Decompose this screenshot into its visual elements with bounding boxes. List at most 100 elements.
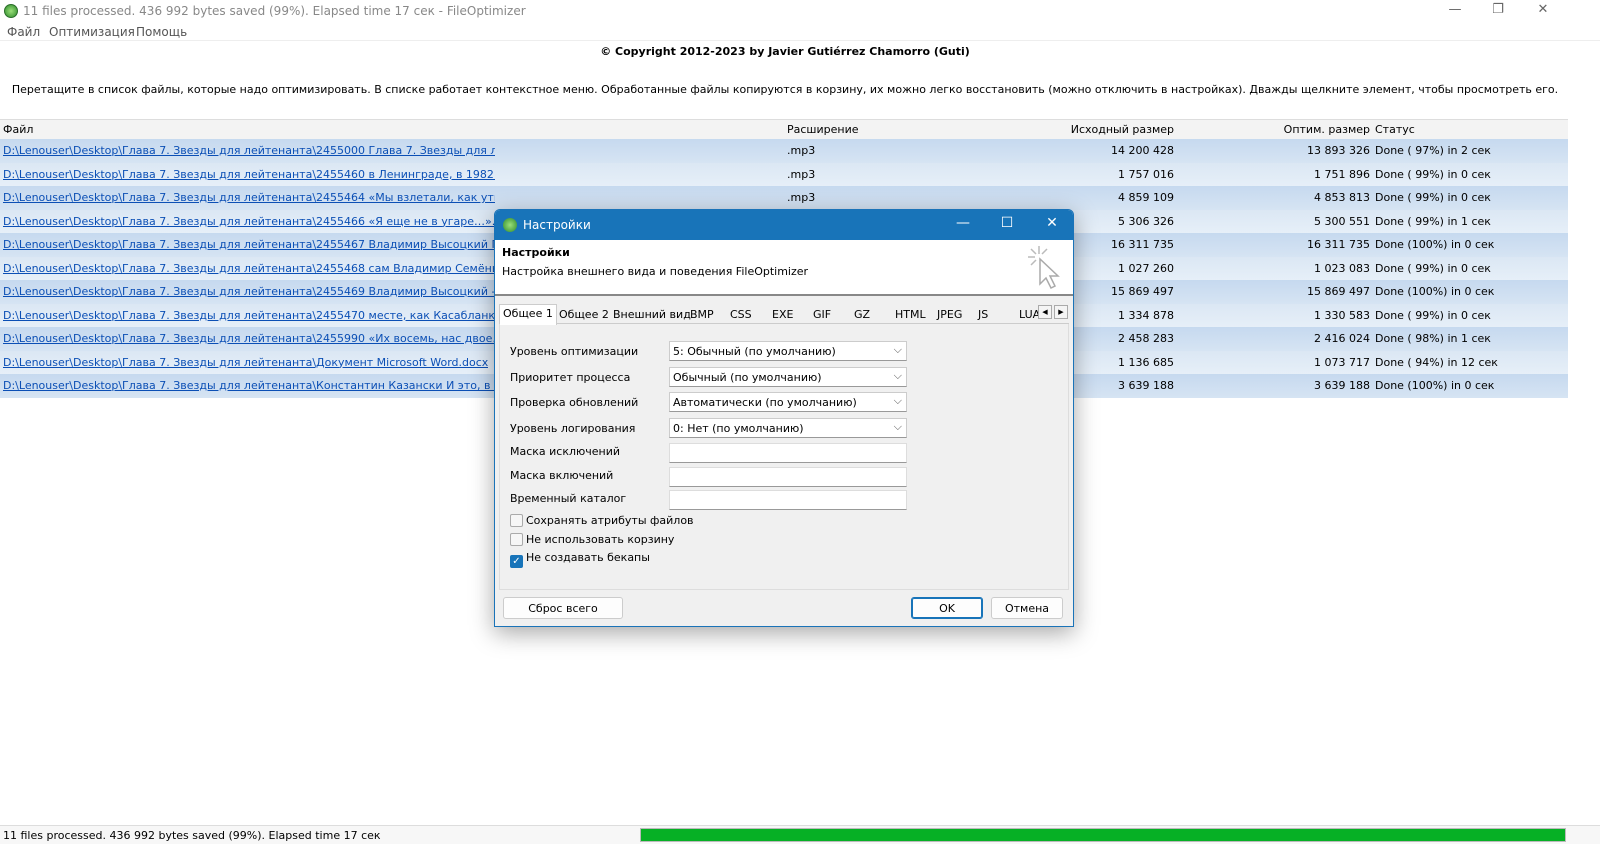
tab-scroll-left-button[interactable]: ◀	[1038, 305, 1052, 319]
tab-lua[interactable]: LUA	[1019, 306, 1040, 324]
cell-file[interactable]: D:\Lenouser\Desktop\Глава 7. Звезды для …	[3, 191, 495, 204]
app-icon	[503, 218, 517, 232]
field-label: Уровень логирования	[510, 421, 636, 435]
cell-file[interactable]: D:\Lenouser\Desktop\Глава 7. Звезды для …	[3, 309, 495, 322]
cell-status: Done ( 98%) in 1 сек	[1375, 332, 1491, 345]
cell-status: Done ( 94%) in 12 сек	[1375, 355, 1498, 369]
status-text: 11 files processed. 436 992 bytes saved …	[3, 829, 381, 842]
cell-ext: .mp3	[787, 167, 816, 181]
col-opt[interactable]: Оптим. размер	[1284, 123, 1370, 136]
cell-opt: 5 300 551	[1314, 214, 1370, 228]
chevron-down-icon: ⌵	[893, 419, 902, 433]
tab-общее-1[interactable]: Общее 1	[499, 304, 557, 325]
menu-help[interactable]: Помощь	[136, 25, 187, 39]
checkbox-label: Сохранять атрибуты файлов	[526, 514, 694, 527]
cancel-button[interactable]: Отмена	[991, 597, 1063, 619]
tab-css[interactable]: CSS	[730, 306, 752, 324]
cell-status: Done ( 97%) in 2 сек	[1375, 144, 1491, 157]
menu-file[interactable]: Файл	[7, 25, 40, 39]
cell-file[interactable]: D:\Lenouser\Desktop\Глава 7. Звезды для …	[3, 356, 488, 369]
checkbox-box[interactable]: ✓	[510, 555, 523, 568]
dialog-subheading: Настройка внешнего вида и поведения File…	[502, 265, 809, 278]
tab-bmp[interactable]: BMP	[690, 306, 714, 324]
menu-optimize[interactable]: Оптимизация	[49, 25, 135, 39]
table-row[interactable]: D:\Lenouser\Desktop\Глава 7. Звезды для …	[0, 186, 1568, 210]
title-bar: 11 files processed. 436 992 bytes saved …	[0, 0, 1600, 22]
dropdown[interactable]: Автоматически (по умолчанию) ⌵	[669, 392, 907, 412]
dropdown-value: 0: Нет (по умолчанию)	[673, 421, 804, 435]
tab-gz[interactable]: GZ	[854, 306, 870, 324]
cell-file[interactable]: D:\Lenouser\Desktop\Глава 7. Звезды для …	[3, 238, 495, 251]
checkbox[interactable]: Не использовать корзину	[510, 532, 674, 546]
cell-orig: 14 200 428	[1111, 144, 1174, 157]
cell-file[interactable]: D:\Lenouser\Desktop\Глава 7. Звезды для …	[3, 332, 495, 345]
dialog-close-button[interactable]: ✕	[1037, 215, 1067, 235]
cell-orig: 15 869 497	[1111, 285, 1174, 298]
tab-exe[interactable]: EXE	[772, 306, 793, 324]
text-input[interactable]	[669, 466, 907, 487]
app-icon	[4, 4, 18, 18]
tab-общее-2[interactable]: Общее 2	[559, 306, 609, 324]
cell-status: Done ( 99%) in 0 сек	[1375, 167, 1491, 181]
cell-opt: 3 639 188	[1314, 379, 1370, 392]
col-ext[interactable]: Расширение	[787, 123, 859, 136]
col-file[interactable]: Файл	[3, 123, 33, 136]
tab-js[interactable]: JS	[978, 306, 988, 324]
progress-bar	[640, 828, 1566, 842]
tab-jpeg[interactable]: JPEG	[937, 306, 962, 324]
cell-file[interactable]: D:\Lenouser\Desktop\Глава 7. Звезды для …	[3, 215, 495, 228]
cell-file[interactable]: D:\Lenouser\Desktop\Глава 7. Звезды для …	[3, 379, 495, 392]
text-input[interactable]	[669, 490, 907, 510]
restore-button[interactable]: ❐	[1483, 2, 1513, 20]
dialog-title-bar: Настройки — ☐ ✕	[495, 210, 1073, 240]
dropdown[interactable]: 0: Нет (по умолчанию) ⌵	[669, 417, 907, 438]
cell-status: Done ( 99%) in 0 сек	[1375, 308, 1491, 322]
dialog-heading: Настройки	[502, 246, 570, 259]
copyright: © Copyright 2012-2023 by Javier Gutiérre…	[600, 45, 970, 58]
col-orig[interactable]: Исходный размер	[1071, 123, 1174, 136]
input-label: Маска включений	[510, 468, 614, 482]
cell-orig: 5 306 326	[1118, 214, 1174, 228]
progress-fill	[641, 829, 1565, 841]
field-label: Приоритет процесса	[510, 370, 631, 384]
window-title: 11 files processed. 436 992 bytes saved …	[23, 4, 526, 18]
cell-orig: 3 639 188	[1118, 379, 1174, 392]
table-row[interactable]: D:\Lenouser\Desktop\Глава 7. Звезды для …	[0, 139, 1568, 163]
cell-file[interactable]: D:\Lenouser\Desktop\Глава 7. Звезды для …	[3, 262, 495, 275]
chevron-down-icon: ⌵	[893, 368, 902, 382]
col-status[interactable]: Статус	[1375, 123, 1415, 136]
tab-html[interactable]: HTML	[895, 306, 926, 324]
checkbox[interactable]: Сохранять атрибуты файлов	[510, 514, 694, 527]
cell-orig: 2 458 283	[1118, 332, 1174, 345]
dropdown[interactable]: 5: Обычный (по умолчанию) ⌵	[669, 341, 907, 361]
minimize-button[interactable]: —	[1440, 2, 1470, 20]
cell-file[interactable]: D:\Lenouser\Desktop\Глава 7. Звезды для …	[3, 285, 495, 298]
cell-ext: .mp3	[787, 144, 816, 157]
checkbox[interactable]: ✓ Не создавать бекапы	[510, 551, 650, 568]
cell-opt: 13 893 326	[1307, 144, 1370, 157]
table-row[interactable]: D:\Lenouser\Desktop\Глава 7. Звезды для …	[0, 162, 1568, 186]
text-input[interactable]	[669, 443, 907, 463]
dropdown-value: 5: Обычный (по умолчанию)	[673, 345, 836, 358]
cell-status: Done ( 99%) in 0 сек	[1375, 191, 1491, 204]
checkbox-box[interactable]	[510, 514, 523, 527]
chevron-down-icon: ⌵	[893, 394, 902, 407]
tab-scroll-right-button[interactable]: ▶	[1054, 305, 1068, 319]
cell-file[interactable]: D:\Lenouser\Desktop\Глава 7. Звезды для …	[3, 144, 495, 157]
tab-внешний-вид[interactable]: Внешний вид	[613, 306, 691, 324]
cell-file[interactable]: D:\Lenouser\Desktop\Глава 7. Звезды для …	[3, 168, 495, 181]
cell-orig: 1 136 685	[1118, 355, 1174, 369]
checkbox-box[interactable]	[510, 532, 523, 546]
status-bar: 11 files processed. 436 992 bytes saved …	[0, 825, 1600, 844]
ok-button[interactable]: OK	[911, 597, 983, 619]
cell-orig: 1 757 016	[1118, 167, 1174, 181]
dropdown[interactable]: Обычный (по умолчанию) ⌵	[669, 366, 907, 387]
dialog-maximize-button[interactable]: ☐	[992, 215, 1022, 235]
reset-all-button[interactable]: Сброс всего	[503, 597, 623, 619]
cell-orig: 1 027 260	[1118, 261, 1174, 275]
cell-status: Done (100%) in 0 сек	[1375, 379, 1495, 392]
dialog-minimize-button[interactable]: —	[948, 215, 978, 235]
cell-opt: 16 311 735	[1307, 238, 1370, 251]
close-button[interactable]: ✕	[1528, 2, 1558, 20]
tab-gif[interactable]: GIF	[813, 306, 831, 324]
